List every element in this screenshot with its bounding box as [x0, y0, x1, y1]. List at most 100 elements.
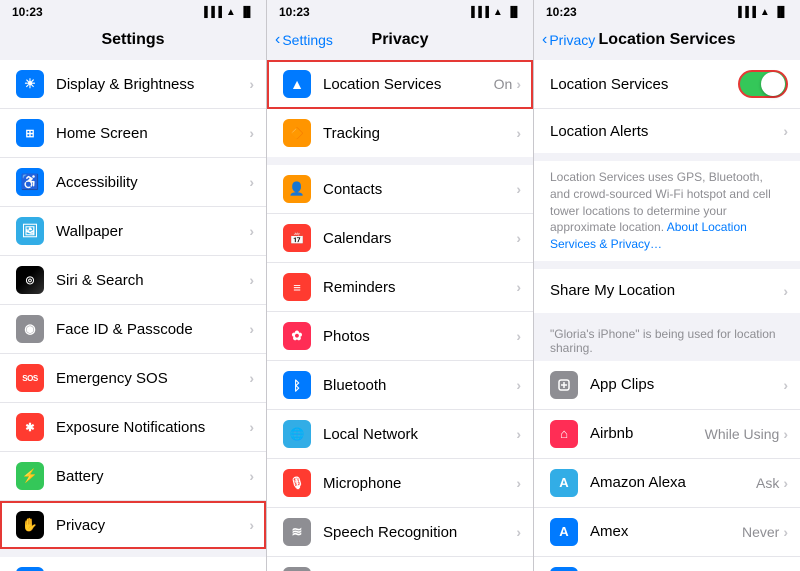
privacy-item-photos[interactable]: ✿ Photos ›	[267, 312, 533, 361]
status-bar-2: 10:23 ▐▐▐ ▲ ▐▌	[267, 0, 533, 22]
status-bar-1: 10:23 ▐▐▐ ▲ ▐▌	[0, 0, 266, 22]
faceid-label: Face ID & Passcode	[56, 321, 249, 338]
siri-icon: ◎	[16, 266, 44, 294]
settings-item-wallpaper[interactable]: 🖼 Wallpaper ›	[0, 207, 266, 256]
settings-item-faceid[interactable]: ◉ Face ID & Passcode ›	[0, 305, 266, 354]
privacy-calendars-label: Calendars	[323, 230, 516, 247]
airbnb-label: Airbnb	[590, 425, 705, 442]
battery-icon-3: ▐▌	[774, 7, 788, 18]
accessibility-label: Accessibility	[56, 174, 249, 191]
settings-item-battery[interactable]: ⚡ Battery ›	[0, 452, 266, 501]
wifi-icon-2: ▲	[493, 7, 503, 18]
settings-item-appstore[interactable]: A App Store ›	[0, 557, 266, 571]
battery-icon-2: ▐▌	[507, 7, 521, 18]
privacy-photos-label: Photos	[323, 328, 516, 345]
appstore-icon: A	[16, 567, 44, 571]
privacy-item-bluetooth[interactable]: ᛒ Bluetooth ›	[267, 361, 533, 410]
privacy-item-contacts[interactable]: 👤 Contacts ›	[267, 165, 533, 214]
app-item-amex[interactable]: A Amex Never ›	[534, 508, 800, 557]
location-services-panel: 10:23 ▐▐▐ ▲ ▐▌ ‹ Privacy Location Servic…	[534, 0, 800, 571]
app-item-amtrak[interactable]: A Amtrak While Using ›	[534, 557, 800, 571]
signal-icon-2: ▐▐▐	[468, 7, 489, 18]
amazon-value: Ask	[756, 475, 779, 491]
battery-status-icon: ⚡	[16, 462, 44, 490]
tracking-icon: 🔶	[283, 119, 311, 147]
privacy-item-calendars[interactable]: 📅 Calendars ›	[267, 214, 533, 263]
app-item-airbnb[interactable]: ⌂ Airbnb While Using ›	[534, 410, 800, 459]
airbnb-value: While Using	[705, 426, 780, 442]
location-icon: ▲	[283, 70, 311, 98]
privacy-panel: 10:23 ▐▐▐ ▲ ▐▌ ‹ Settings Privacy ▲ Loca…	[267, 0, 534, 571]
exposure-label: Exposure Notifications	[56, 419, 249, 436]
nav-title-2: Privacy	[372, 31, 429, 49]
back-label-3: Privacy	[549, 32, 595, 48]
display-label: Display & Brightness	[56, 76, 249, 93]
homescreen-label: Home Screen	[56, 125, 249, 142]
settings-item-siri[interactable]: ◎ Siri & Search ›	[0, 256, 266, 305]
airbnb-icon: ⌂	[550, 420, 578, 448]
share-my-location-label: Share My Location	[550, 282, 783, 299]
privacy-item-tracking[interactable]: 🔶 Tracking ›	[267, 109, 533, 157]
display-icon: ☀	[16, 70, 44, 98]
privacy-contacts-label: Contacts	[323, 181, 516, 198]
settings-item-privacy[interactable]: ✋ Privacy ›	[0, 501, 266, 549]
appclips-label: App Clips	[590, 376, 783, 393]
settings-item-exposure[interactable]: ✱ Exposure Notifications ›	[0, 403, 266, 452]
wallpaper-icon: 🖼	[16, 217, 44, 245]
toggle-knob	[761, 72, 785, 96]
battery-icon: ▐▌	[240, 7, 254, 18]
nav-title-1: Settings	[101, 31, 164, 49]
nav-bar-1: Settings	[0, 22, 266, 60]
settings-item-accessibility[interactable]: ♿ Accessibility ›	[0, 158, 266, 207]
privacy-item-microphone[interactable]: 🎙 Microphone ›	[267, 459, 533, 508]
apps-location-section: App Clips › ⌂ Airbnb While Using › A Ama…	[534, 361, 800, 571]
nav-bar-2: ‹ Settings Privacy	[267, 22, 533, 60]
privacy-item-camera[interactable]: 📷 Camera ›	[267, 557, 533, 571]
location-toggle[interactable]	[738, 70, 788, 98]
settings-panel: 10:23 ▐▐▐ ▲ ▐▌ Settings ☀ Display & Brig…	[0, 0, 267, 571]
privacy-reminders-label: Reminders	[323, 279, 516, 296]
privacy-item-speech[interactable]: ≋ Speech Recognition ›	[267, 508, 533, 557]
privacy-scroll[interactable]: ▲ Location Services On › 🔶 Tracking › 👤 …	[267, 60, 533, 571]
status-icons-3: ▐▐▐ ▲ ▐▌	[735, 7, 788, 18]
settings-section-2: A App Store › 💳 Wallet & Apple Pay ›	[0, 557, 266, 571]
wifi-icon: ▲	[226, 7, 236, 18]
privacy-icon: ✋	[16, 511, 44, 539]
settings-item-display[interactable]: ☀ Display & Brightness ›	[0, 60, 266, 109]
location-back-button[interactable]: ‹ Privacy	[542, 31, 595, 49]
privacy-item-reminders[interactable]: ≡ Reminders ›	[267, 263, 533, 312]
privacy-section-2: 👤 Contacts › 📅 Calendars › ≡ Reminders ›…	[267, 165, 533, 571]
privacy-localnetwork-icon: 🌐	[283, 420, 311, 448]
wifi-icon-3: ▲	[760, 7, 770, 18]
app-item-amazon[interactable]: A Amazon Alexa Ask ›	[534, 459, 800, 508]
signal-icon-3: ▐▐▐	[735, 7, 756, 18]
nav-title-3: Location Services	[599, 31, 736, 49]
location-scroll[interactable]: Location Services Location Alerts › Loca…	[534, 60, 800, 571]
location-alerts-item[interactable]: Location Alerts ›	[534, 109, 800, 153]
siri-label: Siri & Search	[56, 272, 249, 289]
app-item-appclips[interactable]: App Clips ›	[534, 361, 800, 410]
settings-item-homescreen[interactable]: ⊞ Home Screen ›	[0, 109, 266, 158]
privacy-bluetooth-icon: ᛒ	[283, 371, 311, 399]
status-bar-3: 10:23 ▐▐▐ ▲ ▐▌	[534, 0, 800, 22]
status-time-3: 10:23	[546, 5, 577, 19]
privacy-item-location[interactable]: ▲ Location Services On ›	[267, 60, 533, 109]
settings-scroll[interactable]: ☀ Display & Brightness › ⊞ Home Screen ›…	[0, 60, 266, 571]
privacy-item-localnetwork[interactable]: 🌐 Local Network ›	[267, 410, 533, 459]
homescreen-icon: ⊞	[16, 119, 44, 147]
share-my-location-item[interactable]: Share My Location ›	[534, 269, 800, 313]
settings-item-sos[interactable]: SOS Emergency SOS ›	[0, 354, 266, 403]
location-toggle-item[interactable]: Location Services	[534, 60, 800, 109]
privacy-back-button[interactable]: ‹ Settings	[275, 31, 333, 49]
tracking-label: Tracking	[323, 125, 516, 142]
privacy-speech-icon: ≋	[283, 518, 311, 546]
privacy-microphone-label: Microphone	[323, 475, 516, 492]
privacy-speech-label: Speech Recognition	[323, 524, 516, 541]
back-label-2: Settings	[282, 32, 333, 48]
amazon-icon: A	[550, 469, 578, 497]
status-icons-2: ▐▐▐ ▲ ▐▌	[468, 7, 521, 18]
privacy-contacts-icon: 👤	[283, 175, 311, 203]
status-time-2: 10:23	[279, 5, 310, 19]
privacy-camera-icon: 📷	[283, 567, 311, 571]
location-label: Location Services	[323, 76, 494, 93]
